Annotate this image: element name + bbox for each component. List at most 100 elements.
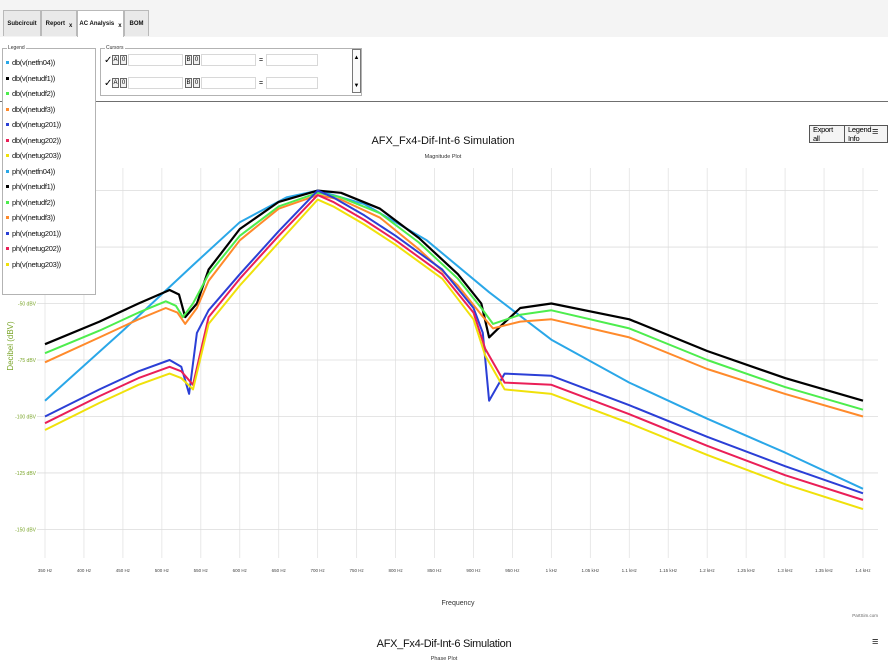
tab-ac-analysis-label: AC Analysis	[79, 21, 115, 27]
x-tick-label: 1.4 kHz	[855, 568, 871, 573]
legend-swatch-icon	[6, 61, 9, 64]
x-tick-label: 450 Hz	[116, 568, 131, 573]
x-tick-label: 350 Hz	[38, 568, 53, 573]
cursor-a-field[interactable]	[128, 54, 183, 66]
x-tick-label: 700 Hz	[311, 568, 326, 573]
legend-item[interactable]: ph(v(netudf1))	[6, 179, 55, 194]
legend-swatch-icon	[6, 138, 9, 142]
cursor-b-field[interactable]	[201, 77, 256, 89]
legend-item-label: ph(v(netudf2))	[12, 197, 55, 207]
x-tick-label: 1.1 kHz	[622, 568, 638, 573]
legend-item-label: ph(v(netug203))	[12, 259, 61, 269]
legend-info-button[interactable]: Legend Info	[845, 125, 887, 143]
chart-subtitle: Magnitude Plot	[425, 154, 462, 160]
x-tick-label: 1.2 kHz	[700, 568, 716, 573]
legend-item[interactable]: ph(v(netug201))	[6, 226, 61, 241]
legend-swatch-icon	[6, 200, 9, 204]
cursor-a-reset-button[interactable]: 0	[120, 78, 127, 88]
legend-swatch-icon	[6, 185, 9, 188]
legend-item[interactable]: db(v(netug201))	[6, 117, 61, 132]
legend-item[interactable]: db(v(netfn04))	[6, 55, 55, 70]
legend-item-label: ph(v(netudf3))	[12, 213, 55, 222]
legend-item[interactable]: ph(v(netug203))	[6, 257, 61, 272]
x-tick-label: 400 Hz	[77, 568, 92, 573]
cursor-b-reset-button[interactable]: 0	[193, 55, 200, 65]
tab-ac-analysis[interactable]: AC Analysis x	[77, 10, 124, 37]
legend-swatch-icon	[6, 216, 9, 219]
equals-sign: =	[258, 79, 264, 87]
x-axis-label: Frequency	[441, 600, 475, 607]
cursor-b-field[interactable]	[201, 54, 256, 66]
cursor-a-button[interactable]: A	[112, 55, 119, 65]
x-tick-label: 1 kHz	[546, 568, 558, 573]
y-tick-label: -75 dBV	[18, 358, 37, 364]
phase-chart-title: AFX_Fx4-Dif-Int-6 Simulation	[376, 638, 512, 650]
cursor-scrollbar[interactable]: ▲ ▼	[352, 49, 361, 93]
cursor-b-button[interactable]: B	[185, 78, 192, 88]
cursor-checkbox[interactable]: ✓	[104, 78, 112, 89]
close-icon[interactable]: x	[69, 23, 72, 29]
series-line	[44, 198, 864, 511]
x-tick-label: 750 Hz	[349, 568, 364, 573]
cursor-b-button[interactable]: B	[185, 55, 192, 65]
legend-item[interactable]: ph(v(netudf2))	[6, 195, 55, 210]
tab-report[interactable]: Report x	[41, 10, 77, 36]
x-tick-label: 650 Hz	[272, 568, 287, 573]
tab-subcircuit-label: Subcircuit	[7, 20, 37, 27]
legend-swatch-icon	[6, 169, 9, 173]
legend-item[interactable]: db(v(netudf2))	[6, 86, 55, 101]
legend-item[interactable]: ph(v(netug202))	[6, 241, 61, 256]
tab-bom-label: BOM	[129, 20, 144, 27]
series-line	[44, 194, 864, 501]
y-tick-label: -125 dBV	[15, 471, 37, 477]
legend-swatch-icon	[6, 262, 9, 266]
series-line	[44, 191, 864, 411]
legend-item-label: db(v(netug201))	[12, 120, 61, 129]
tab-report-label: Report	[45, 20, 65, 27]
series-line	[44, 189, 864, 495]
legend-item[interactable]: ph(v(netfn04))	[6, 164, 55, 179]
tab-subcircuit[interactable]: Subcircuit	[3, 10, 41, 36]
cursor-b-reset-button[interactable]: 0	[193, 78, 200, 88]
y-tick-label: -50 dBV	[18, 302, 37, 308]
chart-series	[44, 189, 864, 511]
legend-item-label: db(v(netudf3))	[12, 104, 55, 114]
legend-item-label: ph(v(netug202))	[12, 244, 61, 253]
scroll-up-icon[interactable]: ▲	[353, 54, 360, 62]
cursor-delta-field[interactable]	[266, 77, 318, 89]
x-tick-label: 850 Hz	[427, 568, 442, 573]
legend-item[interactable]: ph(v(netudf3))	[6, 210, 55, 225]
cursor-a-field[interactable]	[128, 77, 183, 89]
export-all-button[interactable]: Export all	[810, 125, 844, 143]
cursor-checkbox[interactable]: ✓	[104, 55, 112, 66]
cursors-title: Cursors	[106, 45, 124, 51]
legend-swatch-icon	[6, 92, 9, 95]
legend-item[interactable]: db(v(netudf1))	[6, 71, 55, 86]
legend-item[interactable]: db(v(netug203))	[6, 148, 61, 163]
x-tick-label: 600 Hz	[233, 568, 248, 573]
chart-menu-icon[interactable]: ≡	[872, 126, 878, 138]
phase-chart-menu-icon[interactable]: ≡	[872, 636, 878, 648]
legend-swatch-icon	[6, 154, 9, 157]
x-tick-label: 1.35 kHz	[815, 568, 834, 573]
scroll-down-icon[interactable]: ▼	[353, 82, 360, 90]
legend-item-label: db(v(netudf2))	[12, 89, 55, 98]
tab-bom[interactable]: BOM	[124, 10, 149, 36]
series-line	[44, 194, 864, 418]
cursor-a-reset-button[interactable]: 0	[120, 55, 127, 65]
close-icon[interactable]: x	[118, 23, 121, 29]
legend-item-label: db(v(netug202))	[12, 135, 61, 145]
cursor-delta-field[interactable]	[266, 54, 318, 66]
x-tick-label: 500 Hz	[155, 568, 170, 573]
x-tick-label: 1.25 kHz	[737, 568, 756, 573]
cursor-row: ✓ A 0 B 0 =	[104, 53, 318, 67]
x-tick-label: 1.05 kHz	[581, 568, 600, 573]
legend-swatch-icon	[6, 231, 9, 235]
legend-item-label: db(v(netudf1))	[12, 73, 55, 83]
legend-item[interactable]: db(v(netug202))	[6, 133, 61, 148]
series-line	[44, 189, 864, 402]
cursor-a-button[interactable]: A	[112, 78, 119, 88]
x-tick-labels: 350 Hz 400 Hz 450 Hz 500 Hz 550 Hz 600 Hz 650 …	[38, 568, 872, 573]
legend-item[interactable]: db(v(netudf3))	[6, 102, 55, 117]
legend-item-label: ph(v(netudf1))	[12, 182, 55, 191]
